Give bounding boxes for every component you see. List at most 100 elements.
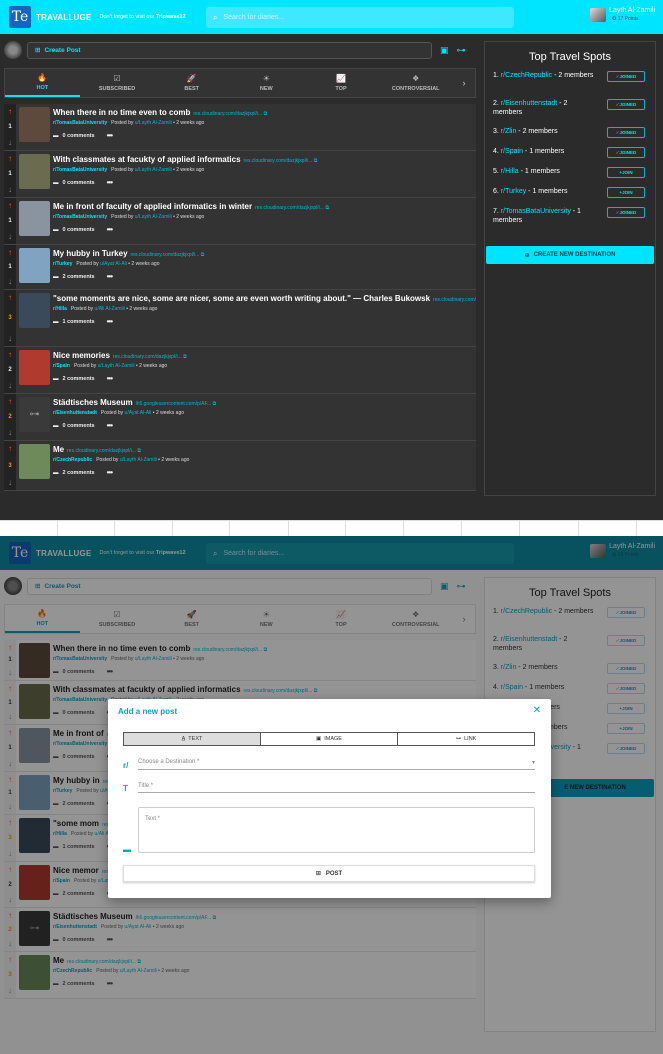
spot-name[interactable]: r/Spain: [501, 148, 523, 155]
spot-name[interactable]: r/Zlin: [501, 128, 517, 135]
comment-count[interactable]: 2 comments: [63, 376, 95, 382]
search-bar[interactable]: ⌕ Search for diaries...: [206, 7, 514, 28]
spot-name[interactable]: r/Turkey: [501, 188, 526, 195]
downvote-icon[interactable]: ↓: [8, 381, 12, 390]
post-title[interactable]: Nice memories res.cloudinary.com/dazjkjxp…: [53, 351, 476, 360]
join-button[interactable]: + JOIN: [607, 187, 645, 198]
more-icon[interactable]: •••: [107, 374, 113, 383]
brand-name[interactable]: TRAVALLUGE: [36, 13, 91, 22]
comment-count[interactable]: 2 comments: [63, 274, 95, 280]
post-title[interactable]: When there in no time even to comb res.cl…: [53, 108, 476, 117]
post-subreddit[interactable]: r/CzechRepublic: [53, 457, 92, 463]
post-link[interactable]: res.cloudinary.com/dazjkjxpl/i... ⧉: [433, 297, 476, 303]
post-link[interactable]: res.cloudinary.com/dazjkjxpl/i... ⧉: [113, 354, 187, 360]
app-logo[interactable]: Te: [9, 6, 31, 28]
downvote-icon[interactable]: ↓: [8, 428, 12, 437]
create-destination-button[interactable]: ⊕ CREATE NEW DESTINATION: [486, 246, 654, 264]
comment-icon[interactable]: ▬: [53, 227, 59, 233]
spot-name[interactable]: r/Eisenhuttenstadt: [501, 100, 557, 107]
more-icon[interactable]: •••: [107, 272, 113, 281]
upvote-icon[interactable]: ↑: [8, 350, 12, 359]
comment-icon[interactable]: ▬: [53, 376, 59, 382]
comment-icon[interactable]: ▬: [53, 180, 59, 186]
comment-count[interactable]: 0 comments: [63, 227, 95, 233]
post-author[interactable]: u/Ali Al-Zamili: [95, 306, 125, 312]
user-menu[interactable]: Layth Al-Zamili ✪ 17 Points: [590, 7, 655, 23]
upvote-icon[interactable]: ↑: [8, 248, 12, 257]
comment-count[interactable]: 1 comments: [63, 319, 95, 325]
spot-name[interactable]: r/TomasBataUniversity: [501, 208, 571, 215]
upvote-icon[interactable]: ↑: [8, 107, 12, 116]
join-button[interactable]: + JOIN: [607, 167, 645, 178]
create-post-button[interactable]: ⊞ Create Post: [27, 41, 432, 59]
post-title[interactable]: My hubby in Turkey res.cloudinary.com/daz…: [53, 249, 476, 258]
post-subreddit[interactable]: r/Eisenhuttenstadt: [53, 410, 97, 416]
list-item[interactable]: ↑ 1 ↓ With classmates at facukty of applied…: [4, 151, 476, 198]
upvote-icon[interactable]: ↑: [8, 444, 12, 453]
joined-button[interactable]: ✓ JOINED: [607, 207, 645, 218]
post-title[interactable]: Städtisches Museum lh5.googleusercontent.…: [53, 398, 476, 407]
tab-text[interactable]: A̲ TEXT: [124, 733, 261, 745]
list-item[interactable]: ↑ 2 ↓ ⊶ Städtisches Museum lh5.googleusercont…: [4, 394, 476, 441]
post-thumbnail[interactable]: [19, 107, 50, 142]
post-link[interactable]: res.cloudinary.com/dazjkjxpl/i... ⧉: [255, 205, 329, 211]
more-icon[interactable]: •••: [107, 178, 113, 187]
more-icon[interactable]: •••: [107, 468, 113, 477]
list-item[interactable]: ↑ 3 ↓ "some moments are nice, some are nice…: [4, 290, 476, 347]
post-author[interactable]: u/Layth Al-Zamili: [98, 363, 135, 369]
comment-icon[interactable]: ▬: [53, 319, 59, 325]
post-thumbnail[interactable]: [19, 444, 50, 479]
post-link[interactable]: res.cloudinary.com/dazjkjxpl/i... ⧉: [67, 448, 141, 454]
list-item[interactable]: ↑ 2 ↓ Nice memories res.cloudinary.com/dazjk…: [4, 347, 476, 394]
post-subreddit[interactable]: r/Spain: [53, 363, 70, 369]
comment-count[interactable]: 0 comments: [63, 423, 95, 429]
post-title[interactable]: Me in front of faculty of applied inform…: [53, 202, 476, 211]
post-title[interactable]: With classmates at facukty of applied in…: [53, 155, 476, 164]
post-subreddit[interactable]: r/TomasBataUniversity: [53, 167, 107, 173]
close-icon[interactable]: ✕: [533, 705, 541, 716]
title-field[interactable]: T Title *: [123, 783, 535, 793]
tab-link[interactable]: ⊶ LINK: [398, 733, 534, 745]
more-icon[interactable]: •••: [107, 421, 113, 430]
downvote-icon[interactable]: ↓: [8, 478, 12, 487]
tab-controversial[interactable]: ❖ CONTROVERSIAL: [378, 69, 453, 97]
post-thumbnail[interactable]: [19, 350, 50, 385]
post-title[interactable]: Me res.cloudinary.com/dazjkjxpl/i... ⧉: [53, 445, 476, 454]
downvote-icon[interactable]: ↓: [8, 185, 12, 194]
post-link[interactable]: res.cloudinary.com/dazjkjxpl/i... ⧉: [193, 111, 267, 117]
more-icon[interactable]: •••: [107, 225, 113, 234]
upvote-icon[interactable]: ↑: [8, 293, 12, 302]
more-icon[interactable]: •••: [107, 131, 113, 140]
image-icon[interactable]: ▣: [440, 45, 449, 56]
list-item[interactable]: ↑ 3 ↓ Me res.cloudinary.com/dazjkjxpl/i... ⧉…: [4, 441, 476, 491]
link-icon[interactable]: ⊶: [457, 45, 466, 56]
joined-button[interactable]: ✓ JOINED: [607, 127, 645, 138]
post-button[interactable]: ⊞ POST: [123, 865, 535, 882]
spot-name[interactable]: r/CzechRepublic: [501, 72, 552, 79]
list-item[interactable]: ↑ 1 ↓ Me in front of faculty of applied inf…: [4, 198, 476, 245]
comment-count[interactable]: 0 comments: [63, 180, 95, 186]
list-item[interactable]: ↑ 1 ↓ My hubby in Turkey res.cloudinary.com/…: [4, 245, 476, 290]
tab-image[interactable]: ▣ IMAGE: [261, 733, 398, 745]
post-thumbnail[interactable]: [19, 201, 50, 236]
comment-count[interactable]: 2 comments: [63, 470, 95, 476]
post-thumbnail[interactable]: [19, 293, 50, 328]
list-item[interactable]: ↑ 1 ↓ When there in no time even to comb res…: [4, 104, 476, 151]
post-link[interactable]: res.cloudinary.com/dazjkjxpl/i... ⧉: [131, 252, 205, 258]
joined-button[interactable]: ✓ JOINED: [607, 147, 645, 158]
tab-new[interactable]: ☀ NEW: [229, 69, 304, 97]
joined-button[interactable]: ✓ JOINED: [607, 71, 645, 82]
post-title[interactable]: "some moments are nice, some are nicer, …: [53, 294, 476, 303]
joined-button[interactable]: ✓ JOINED: [607, 99, 645, 110]
tab-best[interactable]: 🚀 BEST: [154, 69, 229, 97]
post-author[interactable]: u/Ayat Al-Ali: [100, 261, 127, 267]
tagline-link[interactable]: Tripwave12: [156, 14, 186, 20]
comment-icon[interactable]: ▬: [53, 470, 59, 476]
upvote-icon[interactable]: ↑: [8, 201, 12, 210]
comment-icon[interactable]: ▬: [53, 274, 59, 280]
downvote-icon[interactable]: ↓: [8, 232, 12, 241]
downvote-icon[interactable]: ↓: [8, 334, 12, 343]
avatar[interactable]: [590, 8, 607, 22]
downvote-icon[interactable]: ↓: [8, 138, 12, 147]
tab-hot[interactable]: 🔥 HOT: [5, 69, 80, 97]
